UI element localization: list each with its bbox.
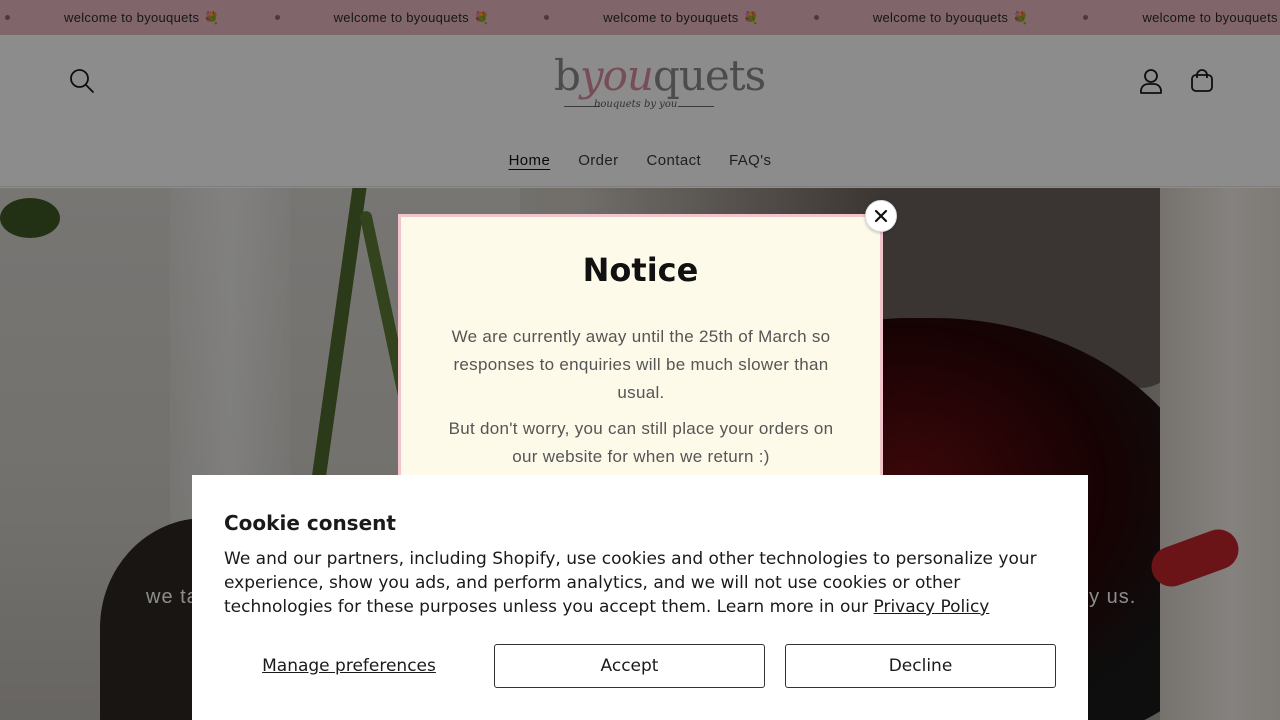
notice-message: We are currently away until the 25th of … [451,327,831,402]
accept-button[interactable]: Accept [494,644,765,688]
notice-modal: Notice We are currently away until the 2… [398,214,883,514]
privacy-policy-link[interactable]: Privacy Policy [874,597,990,617]
notice-title: Notice [582,251,699,289]
cookie-description: We and our partners, including Shopify, … [224,547,1064,619]
close-icon[interactable] [865,200,897,232]
cookie-consent-banner: Cookie consent We and our partners, incl… [192,475,1088,720]
cookie-title: Cookie consent [224,511,396,535]
notice-message-secondary: But don't worry, you can still place you… [448,419,834,466]
decline-button[interactable]: Decline [785,644,1056,688]
manage-preferences-button[interactable]: Manage preferences [224,644,474,688]
